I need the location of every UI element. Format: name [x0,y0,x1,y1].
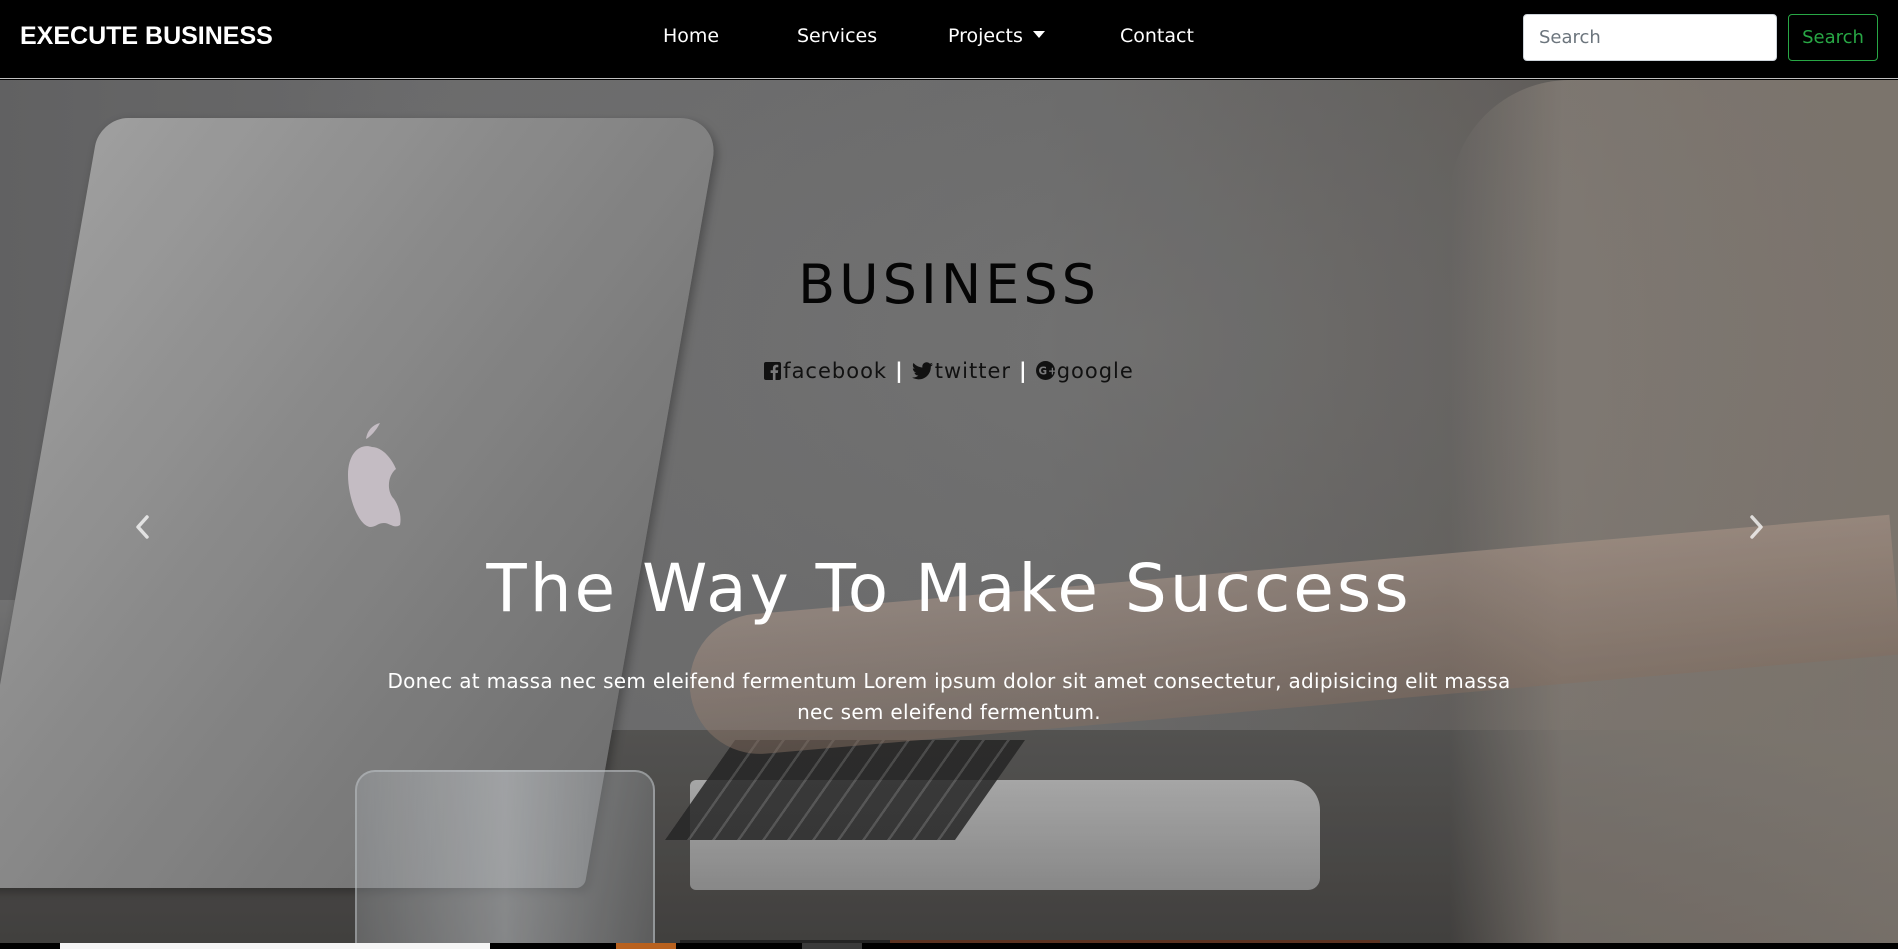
carousel-indicator-2[interactable] [616,943,676,949]
hero-heading: BUSINESS [798,253,1100,316]
facebook-icon [764,362,782,380]
hero-carousel: BUSINESS facebook | twitter | G+google The W… [0,80,1898,949]
chevron-left-icon[interactable] [128,512,158,542]
nav-item-projects-label: Projects [948,25,1023,47]
hero-title: The Way To Make Success [486,550,1412,627]
nav-item-contact[interactable]: Contact [1120,25,1194,47]
search-input[interactable] [1523,14,1777,61]
separator: | [895,359,904,383]
caret-down-icon [1032,31,1045,38]
chevron-right-icon[interactable] [1741,512,1771,542]
facebook-link[interactable]: facebook [764,359,887,383]
google-label: google [1056,359,1134,383]
twitter-icon [911,362,933,380]
carousel-indicators [0,943,1898,949]
hero-overlay [0,80,1898,949]
hero-description: Donec at massa nec sem eleifend fermentu… [387,669,1511,724]
search-button[interactable]: Search [1788,14,1878,61]
nav-item-services[interactable]: Services [797,25,877,47]
google-plus-icon: G+ [1035,361,1055,380]
google-link[interactable]: G+google [1035,359,1134,383]
social-links: facebook | twitter | G+google [0,359,1898,383]
twitter-label: twitter [934,359,1012,383]
carousel-indicator-1[interactable] [60,943,490,949]
navbar: EXECUTE BUSINESS Home Services Projects … [0,0,1898,79]
facebook-label: facebook [783,359,888,383]
nav-item-projects[interactable]: Projects [948,25,1045,47]
svg-text:G+: G+ [1038,365,1055,377]
nav-item-home[interactable]: Home [663,25,719,47]
carousel-indicator-3[interactable] [802,943,862,949]
separator: | [1019,359,1028,383]
brand-logo[interactable]: EXECUTE BUSINESS [20,22,273,51]
twitter-link[interactable]: twitter [911,359,1012,383]
